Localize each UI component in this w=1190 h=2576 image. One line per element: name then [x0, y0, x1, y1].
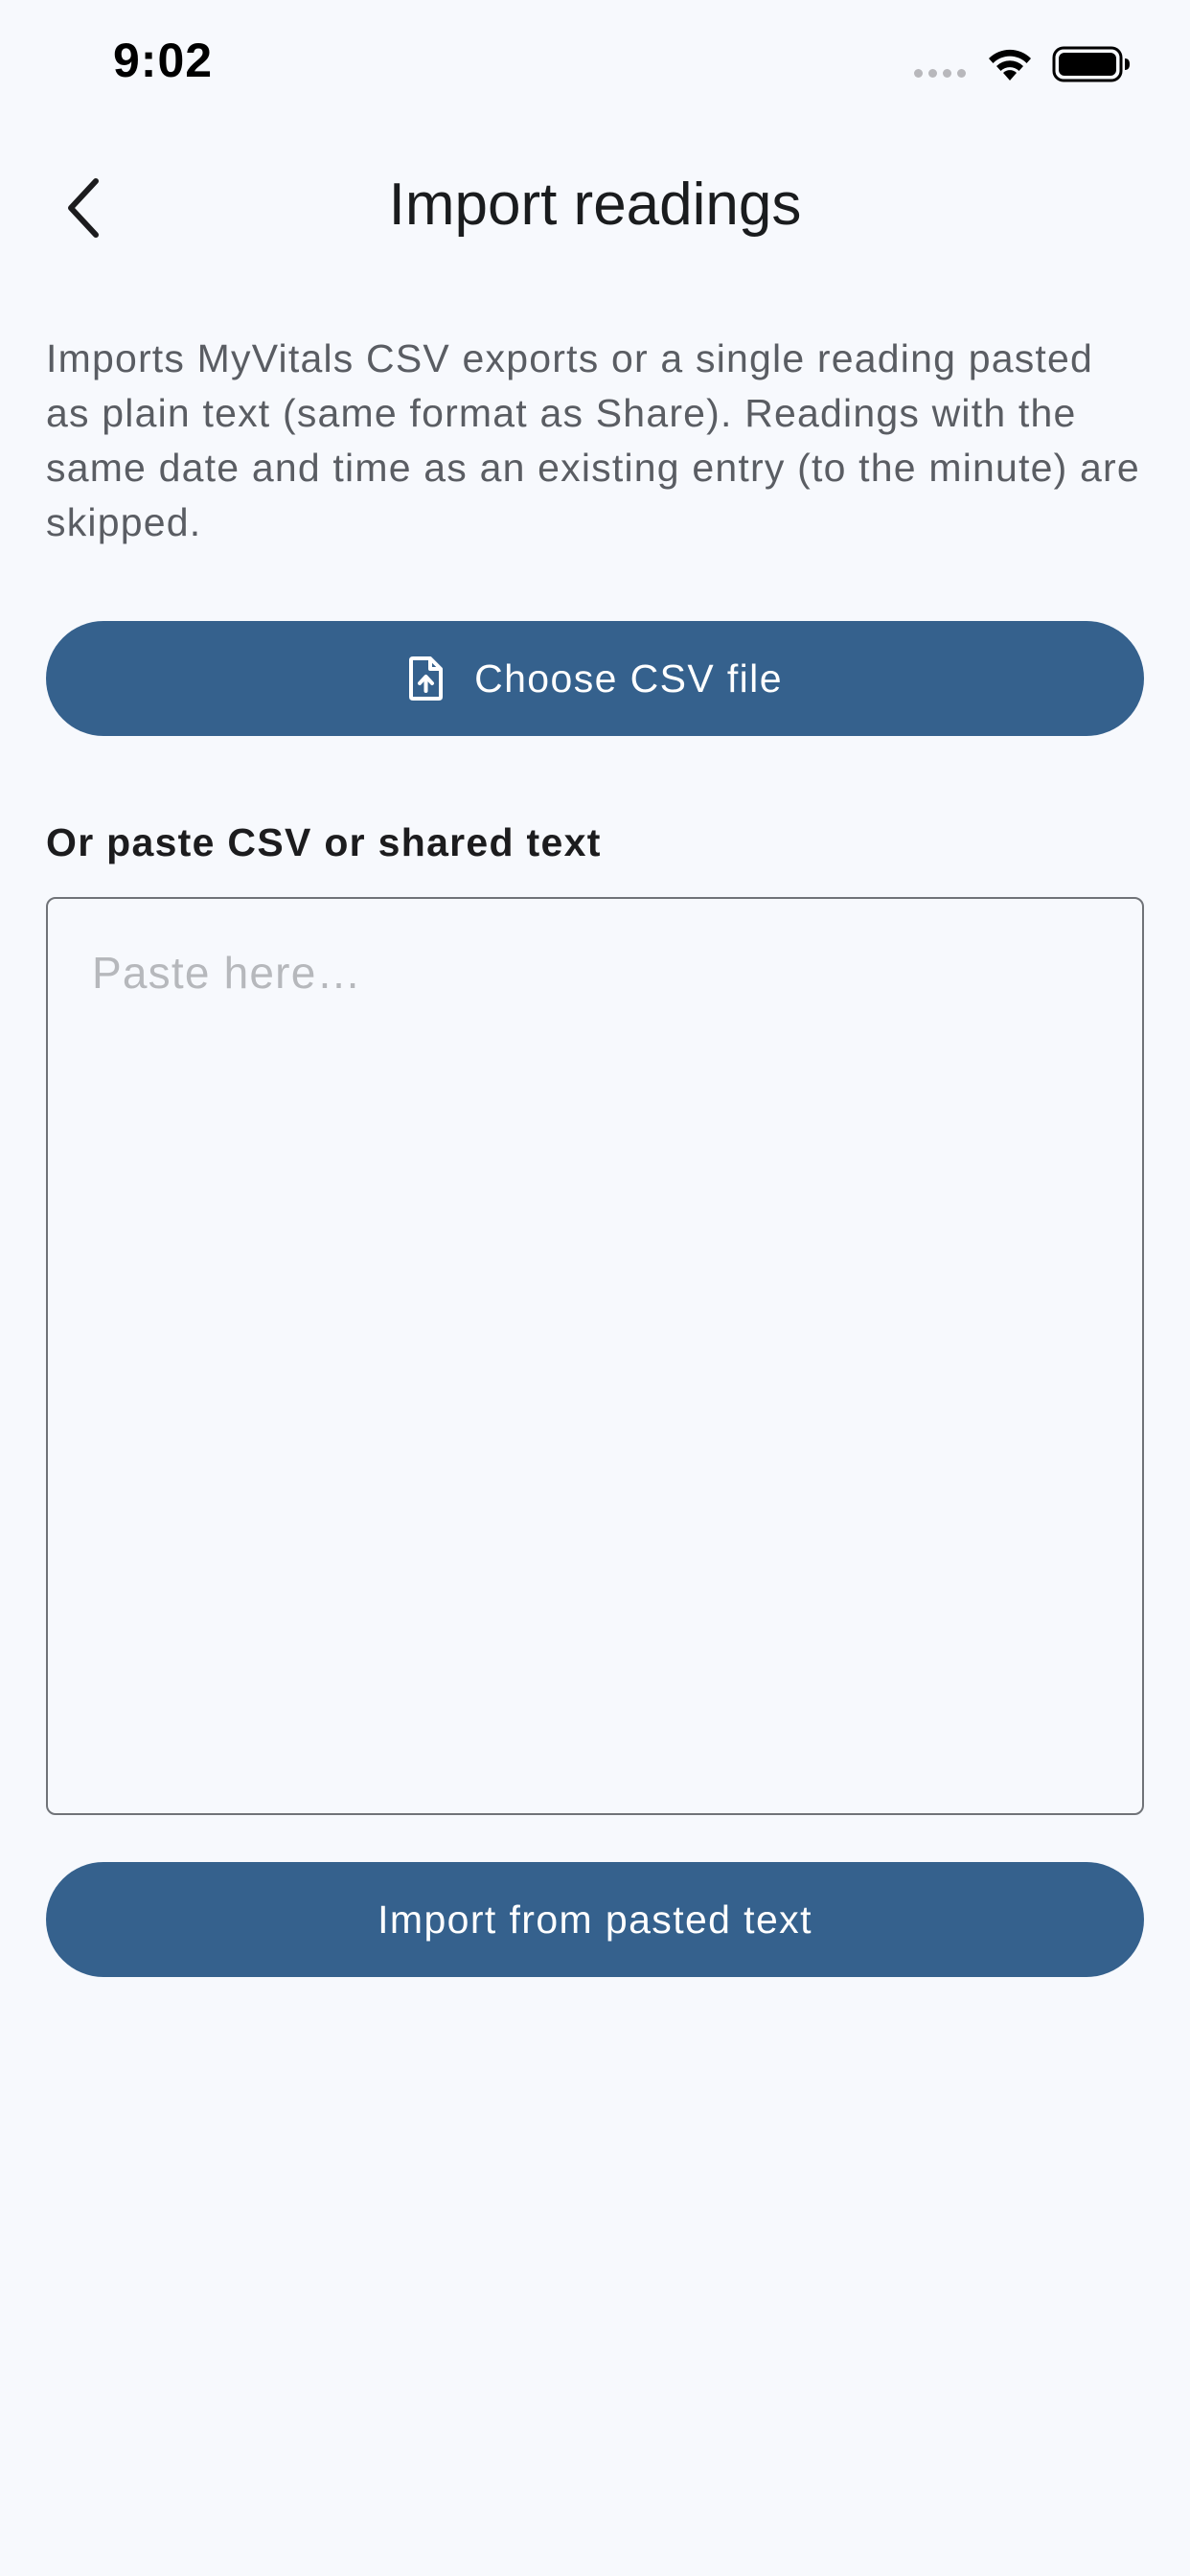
- page-title: Import readings: [388, 172, 802, 238]
- file-upload-icon: [407, 656, 444, 701]
- wifi-icon: [989, 49, 1031, 80]
- choose-csv-file-button[interactable]: Choose CSV file: [46, 621, 1144, 736]
- status-bar: 9:02: [0, 0, 1190, 134]
- battery-icon: [1052, 46, 1130, 82]
- paste-text-input[interactable]: [46, 897, 1144, 1815]
- choose-csv-file-label: Choose CSV file: [474, 656, 783, 701]
- import-from-pasted-text-button[interactable]: Import from pasted text: [46, 1862, 1144, 1977]
- import-readings-screen: 9:02 Import readings Imports MyVitals CS…: [0, 0, 1190, 2576]
- cellular-signal-icon: [914, 69, 966, 78]
- import-description: Imports MyVitals CSV exports or a single…: [46, 336, 1140, 544]
- import-from-pasted-text-label: Import from pasted text: [378, 1897, 812, 1942]
- status-time: 9:02: [113, 34, 214, 87]
- paste-section-label: Or paste CSV or shared text: [46, 820, 602, 864]
